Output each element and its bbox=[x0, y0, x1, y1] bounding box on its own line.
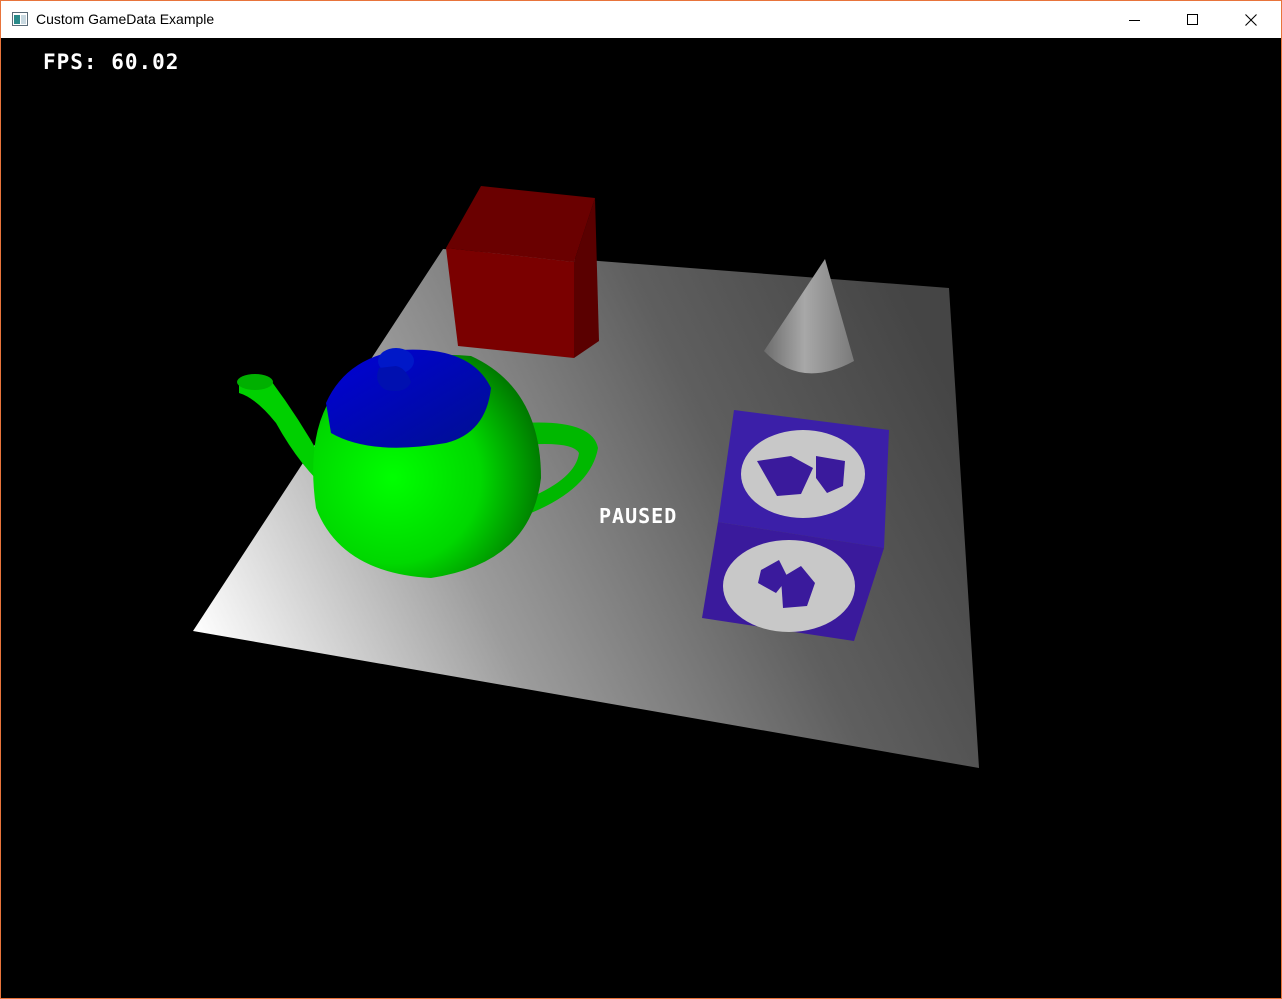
game-viewport[interactable]: FPS: 60.02 PAUSED bbox=[1, 38, 1281, 998]
fps-counter: FPS: 60.02 bbox=[43, 50, 180, 74]
red-cube bbox=[446, 186, 599, 358]
minimize-icon bbox=[1129, 19, 1140, 21]
window-title: Custom GameData Example bbox=[36, 11, 215, 27]
close-icon bbox=[1245, 13, 1257, 26]
app-window: Custom GameData Example FPS: 60.02 PAUSE… bbox=[0, 0, 1282, 999]
close-button[interactable] bbox=[1222, 1, 1280, 38]
maximize-button[interactable] bbox=[1164, 1, 1222, 38]
maximize-icon bbox=[1187, 13, 1198, 25]
paused-label: PAUSED bbox=[599, 504, 678, 528]
minimize-button[interactable] bbox=[1106, 1, 1164, 38]
app-icon bbox=[12, 12, 28, 26]
logo-cube bbox=[702, 410, 889, 641]
title-bar[interactable]: Custom GameData Example bbox=[1, 1, 1281, 38]
